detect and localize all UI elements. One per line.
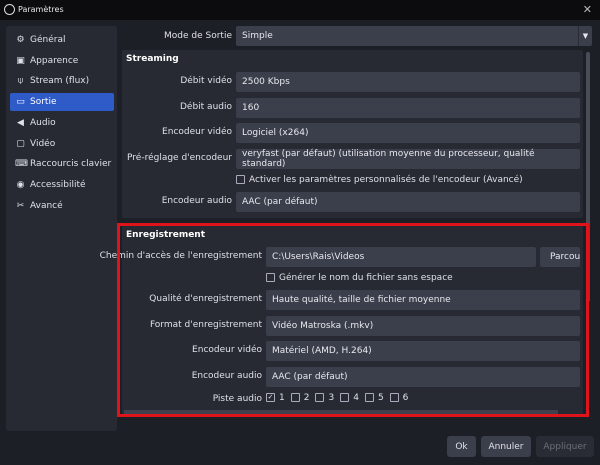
output-mode-select[interactable]: Simple ▼: [236, 26, 592, 46]
apply-button[interactable]: Appliquer: [536, 436, 594, 457]
sidebar-item-label: Vidéo: [30, 138, 56, 149]
preset-label: Pré-réglage d'encodeur: [127, 153, 232, 163]
sidebar-item-apparence[interactable]: ▣ Apparence: [10, 52, 114, 70]
title-bar: Paramètres ✕: [0, 0, 600, 20]
custom-encoder-label: Activer les paramètres personnalisés de …: [249, 175, 523, 185]
stream-video-encoder-select[interactable]: Logiciel (x264): [236, 123, 580, 143]
obs-logo-icon: [4, 4, 15, 15]
streaming-title: Streaming: [126, 54, 179, 64]
mode-label: Mode de Sortie: [164, 31, 232, 41]
sidebar-item-label: Apparence: [30, 55, 79, 66]
ok-button[interactable]: Ok: [447, 436, 476, 457]
highlight-box: [117, 223, 589, 417]
accessibility-icon: ◉: [16, 179, 25, 190]
custom-encoder-checkbox[interactable]: Activer les paramètres personnalisés de …: [236, 175, 523, 185]
audio-bitrate-select[interactable]: 160: [236, 98, 580, 118]
stream-audio-encoder-select[interactable]: AAC (par défaut): [236, 192, 580, 212]
video-bitrate-label: Débit vidéo: [180, 76, 232, 86]
appearance-icon: ▣: [16, 55, 25, 66]
window-title: Paramètres: [18, 5, 64, 14]
sidebar-item-accessibilité[interactable]: ◉ Accessibilité: [10, 176, 114, 194]
stream-video-encoder-label: Encodeur vidéo: [162, 127, 232, 137]
chevron-down-icon: ▼: [578, 26, 592, 46]
sidebar-item-label: Accessibilité: [30, 179, 86, 190]
video-bitrate-input[interactable]: 2500 Kbps: [236, 72, 580, 92]
close-icon[interactable]: ✕: [583, 3, 592, 16]
stream-audio-encoder-label: Encodeur audio: [161, 196, 232, 206]
audio-bitrate-label: Débit audio: [179, 102, 232, 112]
output-mode-value: Simple: [242, 31, 273, 41]
checkbox-box[interactable]: [236, 175, 245, 184]
preset-select[interactable]: veryfast (par défaut) (utilisation moyen…: [236, 149, 580, 169]
monitor-icon: ▢: [16, 138, 25, 149]
sidebar-item-vidéo[interactable]: ▢ Vidéo: [10, 135, 114, 153]
cancel-button[interactable]: Annuler: [481, 436, 531, 457]
